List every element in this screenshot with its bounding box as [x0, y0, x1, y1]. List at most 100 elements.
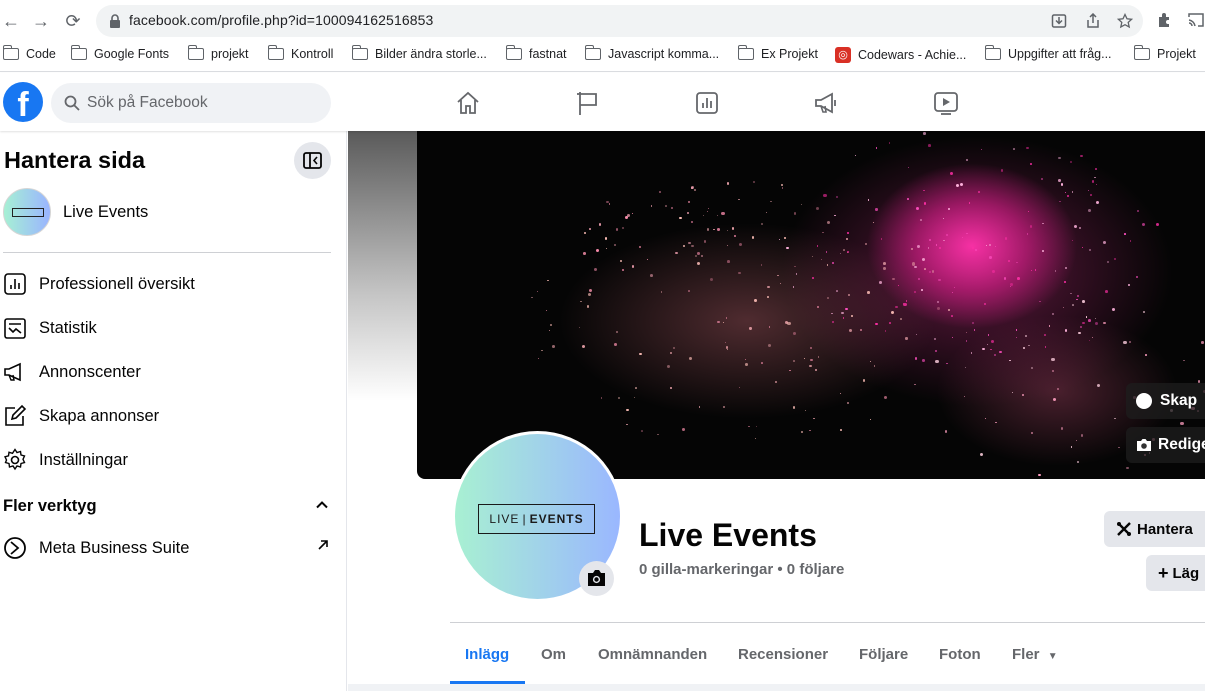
menu-statistics[interactable]: Statistik — [3, 316, 97, 340]
spark — [1044, 346, 1047, 349]
bookmark-item[interactable]: ◎ Codewars - Achie... — [835, 47, 966, 63]
spark — [991, 270, 995, 274]
spark — [1145, 354, 1148, 357]
bookmark-item[interactable]: Google Fonts — [70, 45, 169, 61]
spark — [1012, 148, 1015, 150]
spark — [792, 286, 795, 288]
spark — [725, 317, 728, 319]
spark — [1063, 280, 1066, 283]
spark — [584, 232, 586, 234]
spark — [809, 429, 811, 432]
spark — [1127, 284, 1130, 287]
spark — [816, 305, 819, 308]
bookmark-item[interactable]: fastnat — [505, 45, 567, 61]
spark — [547, 279, 549, 282]
spark — [823, 193, 827, 197]
watch-icon[interactable] — [932, 89, 960, 117]
spark — [849, 328, 853, 332]
bookmark-item[interactable]: Uppgifter att fråg... — [984, 45, 1112, 61]
cover-photo[interactable]: Skap Redige — [417, 131, 1205, 479]
spark — [943, 218, 945, 220]
spark — [867, 199, 870, 201]
menu-meta-business-suite[interactable]: Meta Business Suite — [3, 536, 189, 560]
install-icon[interactable] — [1051, 13, 1067, 29]
bookmark-item[interactable]: projekt — [187, 45, 249, 61]
spark — [614, 244, 616, 246]
manage-button[interactable]: Hantera — [1104, 511, 1205, 547]
menu-settings[interactable]: Inställningar — [3, 448, 128, 472]
spark — [727, 260, 731, 263]
tab-followers[interactable]: Följare — [859, 646, 908, 663]
facebook-logo-icon[interactable]: f — [3, 82, 43, 122]
spark — [923, 132, 926, 135]
menu-ad-center[interactable]: Annonscenter — [3, 360, 141, 384]
spark — [1135, 276, 1138, 279]
reload-icon[interactable]: ⟳ — [62, 10, 84, 32]
spark — [550, 324, 553, 327]
spark — [1103, 321, 1106, 325]
spark — [792, 360, 795, 363]
spark — [985, 417, 987, 420]
flag-icon[interactable] — [574, 89, 602, 117]
spark — [817, 356, 820, 358]
megaphone-icon[interactable] — [813, 89, 841, 117]
spark — [622, 227, 624, 229]
spark — [882, 267, 886, 270]
spark — [879, 281, 882, 284]
collapse-sidebar-button[interactable] — [294, 142, 331, 179]
home-icon[interactable] — [454, 89, 482, 117]
insights-icon[interactable] — [693, 89, 721, 117]
bookmark-item[interactable]: Bilder ändra storle... — [351, 45, 487, 61]
create-avatar-button[interactable]: Skap — [1126, 383, 1205, 419]
bookmark-item[interactable]: Projekt — [1133, 45, 1196, 61]
more-tools-heading[interactable]: Fler verktyg — [3, 497, 97, 516]
tab-photos[interactable]: Foton — [939, 646, 981, 663]
spark — [745, 358, 747, 360]
bookmark-item[interactable]: Code — [2, 45, 56, 61]
bookmark-item[interactable]: Javascript komma... — [584, 45, 719, 61]
caret-down-icon: ▼ — [1047, 651, 1058, 662]
spark — [895, 305, 898, 309]
back-icon[interactable]: ← — [0, 10, 22, 32]
folder-icon — [1133, 45, 1150, 60]
camera-icon — [588, 570, 605, 586]
search-input[interactable]: Sök på Facebook — [51, 83, 331, 123]
chevron-up-icon[interactable] — [314, 497, 330, 513]
address-bar[interactable]: facebook.com/profile.php?id=100094162516… — [96, 5, 1143, 37]
share-icon[interactable] — [1085, 13, 1101, 29]
tab-about[interactable]: Om — [541, 646, 566, 663]
forward-icon[interactable]: → — [30, 10, 52, 32]
tab-reviews[interactable]: Recensioner — [738, 646, 828, 663]
spark — [862, 379, 866, 382]
bookmark-item[interactable]: Kontroll — [267, 45, 333, 61]
spark — [1136, 210, 1139, 213]
tab-mentions[interactable]: Omnämnanden — [598, 646, 707, 663]
edit-cover-button[interactable]: Redige — [1126, 427, 1205, 463]
spark — [1009, 285, 1012, 288]
spark — [839, 429, 842, 432]
tabs-divider — [450, 622, 1205, 623]
spark — [726, 229, 729, 232]
spark — [822, 231, 824, 233]
add-button[interactable]: + Läg — [1146, 555, 1205, 591]
spark — [947, 309, 950, 312]
spark — [921, 288, 923, 291]
cast-icon[interactable] — [1187, 11, 1205, 29]
bookmark-item[interactable]: Ex Projekt — [737, 45, 818, 61]
menu-label: Meta Business Suite — [39, 538, 190, 557]
update-profile-picture-button[interactable] — [579, 561, 614, 596]
tab-more[interactable]: Fler ▼ — [1012, 646, 1058, 663]
star-icon[interactable] — [1117, 13, 1133, 29]
spark — [688, 201, 690, 203]
profile-name: Live Events — [639, 517, 817, 553]
tab-posts[interactable]: Inlägg — [465, 646, 509, 663]
spark — [800, 204, 802, 206]
menu-professional-overview[interactable]: Professionell översikt — [3, 272, 195, 296]
extensions-icon[interactable] — [1156, 11, 1174, 29]
spark — [1076, 298, 1079, 301]
spark — [944, 430, 948, 433]
menu-create-ads[interactable]: Skapa annonser — [3, 404, 159, 428]
page-switcher[interactable]: Live Events — [3, 188, 148, 236]
spark — [836, 195, 839, 198]
spark — [1082, 322, 1085, 325]
